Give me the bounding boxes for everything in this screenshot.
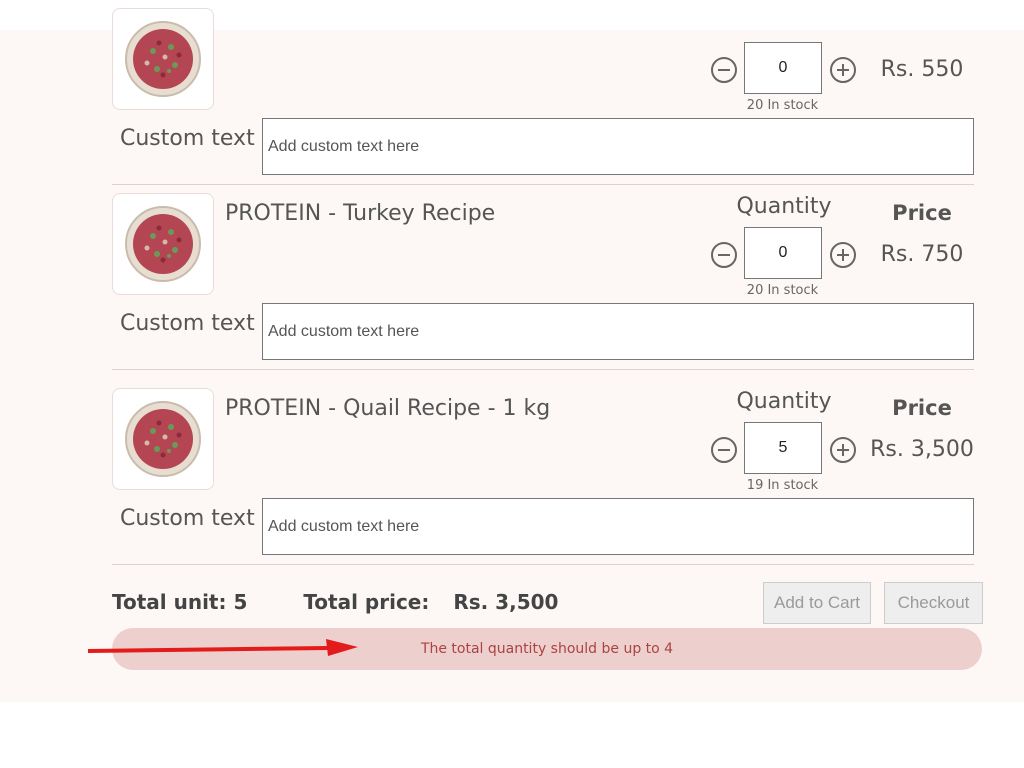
increment-button[interactable]: [830, 57, 856, 83]
stock-count: 20 In stock: [746, 98, 819, 113]
quantity-input[interactable]: [744, 42, 822, 94]
decrement-button[interactable]: [711, 242, 737, 268]
checkout-button[interactable]: Checkout: [884, 582, 983, 624]
product-price: Rs. 750: [880, 242, 964, 267]
product-name: PROTEIN - Quail Recipe - 1 kg: [225, 396, 551, 421]
total-unit: Total unit: 5: [112, 590, 248, 614]
product-row: PROTEIN - Turkey Recipe Quantity Price 2…: [112, 193, 974, 388]
add-to-cart-button[interactable]: Add to Cart: [763, 582, 871, 624]
product-price: Rs. 3,500: [870, 437, 974, 462]
quantity-label: Quantity: [736, 194, 832, 219]
red-arrow-annotation: [88, 639, 358, 656]
product-price: Rs. 550: [880, 57, 964, 82]
price-label: Price: [892, 201, 952, 225]
product-row: PROTEIN - Quail Recipe - 1 kg Quantity P…: [112, 388, 974, 583]
custom-text-label: Custom text: [120, 506, 255, 531]
custom-text-input[interactable]: [262, 118, 974, 175]
product-image: [112, 388, 214, 490]
custom-text-label: Custom text: [120, 311, 255, 336]
price-label: Price: [892, 396, 952, 420]
alert-message: The total quantity should be up to 4: [420, 641, 674, 657]
product-row-top: 20 In stock Rs. 550 Custom text: [112, 8, 974, 203]
stock-count: 19 In stock: [746, 478, 819, 493]
quantity-input[interactable]: [744, 227, 822, 279]
product-image: [112, 193, 214, 295]
quantity-label: Quantity: [736, 389, 832, 414]
quantity-input[interactable]: [744, 422, 822, 474]
cart-totals: Total unit: 5 Total price: Rs. 3,500: [112, 590, 558, 614]
total-price-value: Rs. 3,500: [453, 590, 559, 614]
custom-text-input[interactable]: [262, 498, 974, 555]
custom-text-label: Custom text: [120, 126, 255, 151]
product-image: [112, 8, 214, 110]
stock-count: 20 In stock: [746, 283, 819, 298]
increment-button[interactable]: [830, 242, 856, 268]
divider: [112, 564, 974, 565]
decrement-button[interactable]: [711, 437, 737, 463]
product-name: PROTEIN - Turkey Recipe: [225, 201, 496, 226]
decrement-button[interactable]: [711, 57, 737, 83]
total-price-label: Total price:: [303, 590, 430, 614]
custom-text-input[interactable]: [262, 303, 974, 360]
divider: [112, 369, 974, 370]
divider: [112, 184, 974, 185]
increment-button[interactable]: [830, 437, 856, 463]
